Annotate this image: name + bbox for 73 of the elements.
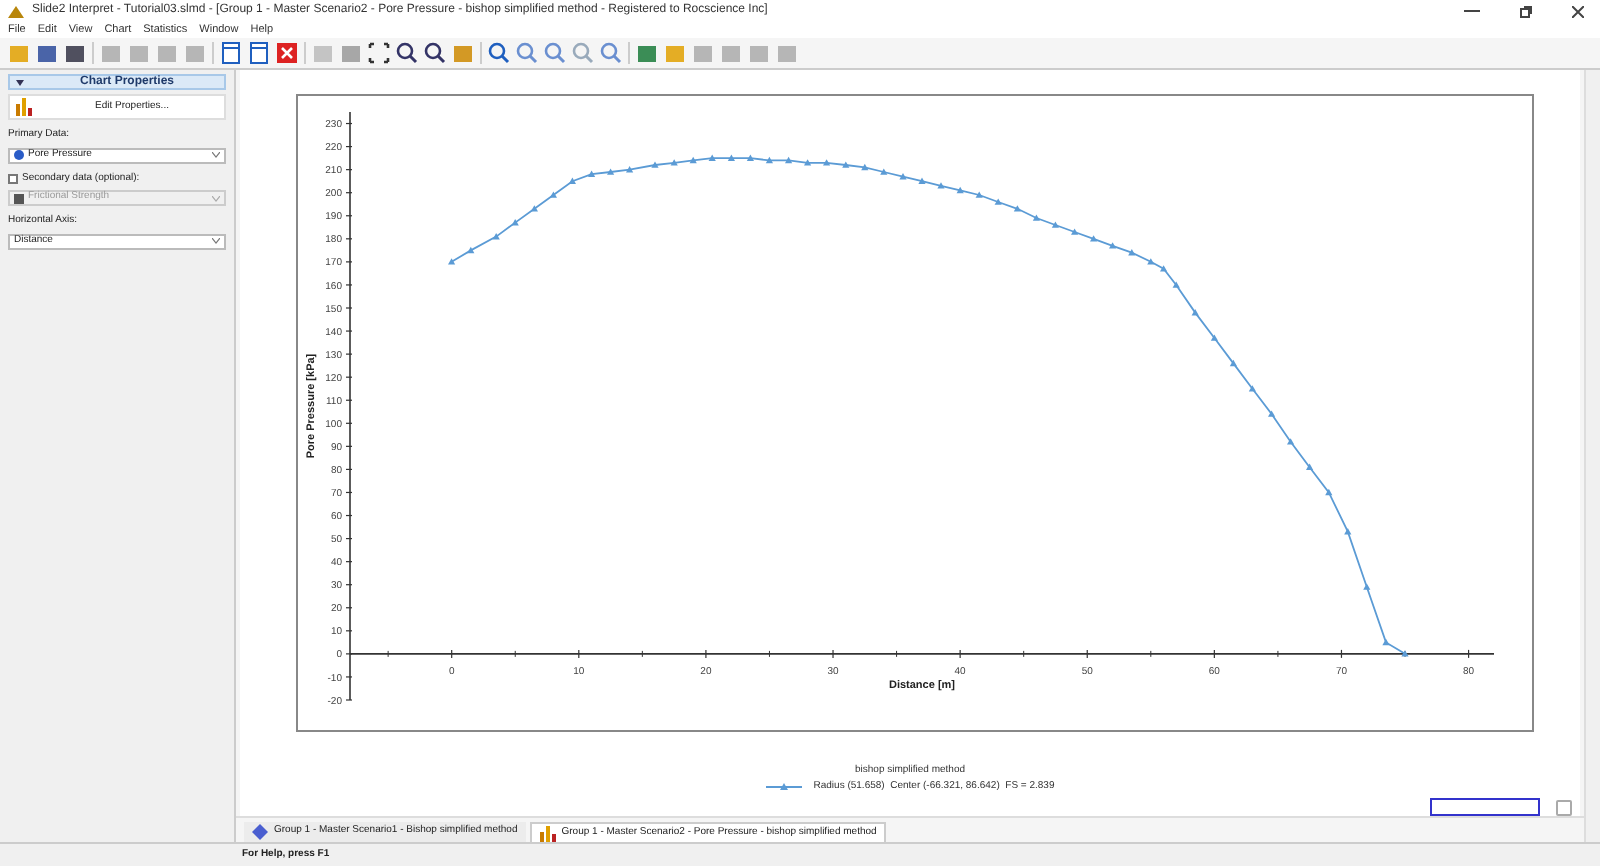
page-icon[interactable] [220,42,242,64]
data-point [936,182,944,189]
data-point [1305,463,1313,470]
data-point [491,233,499,240]
app-icon [8,4,24,18]
data-point [688,156,696,164]
data-point [764,156,772,164]
data-point [822,159,830,166]
search-icon[interactable] [600,42,622,64]
chart-properties-icon [16,98,34,116]
close-icon[interactable] [276,42,298,64]
data-point [784,156,792,164]
input-field[interactable] [1430,798,1540,816]
data-point [1247,385,1255,392]
data-point [707,154,715,161]
data-point [529,205,537,212]
data-point [1343,528,1351,535]
data-point [1171,281,1179,288]
data-point [1089,235,1097,242]
data-point [1362,583,1370,590]
data-point [447,258,455,265]
bar-chart-icon [539,825,556,841]
data-point [567,177,575,184]
data-point [625,166,633,173]
data-point [1108,242,1116,249]
data-point [1159,265,1167,272]
data-point [587,170,595,177]
data-point [548,191,556,198]
data-point [669,159,677,166]
fit-icon[interactable] [368,42,390,64]
data-point [917,177,925,184]
small-field[interactable] [1556,799,1572,815]
data-point [1050,221,1058,228]
search-icon[interactable] [544,42,566,64]
data-point [1070,228,1078,235]
data-point [466,246,474,254]
data-point [974,191,982,198]
zoom-in-icon[interactable] [396,42,418,64]
collapse-icon[interactable] [16,79,24,85]
data-point [803,159,811,166]
data-point [1228,359,1236,367]
legend-line-icon [765,781,802,792]
data-point [1381,638,1389,646]
data-point [1146,258,1154,265]
data-icon [14,150,24,160]
data-point [726,154,734,161]
data-point [745,154,753,161]
data-point [1400,650,1408,657]
search-icon[interactable] [488,42,510,64]
data-icon [14,193,24,203]
data-point [841,161,849,168]
data-point [1031,214,1039,221]
search-icon[interactable] [516,42,538,64]
data-point [955,186,963,194]
data-point [879,168,887,175]
data-point [510,219,518,226]
data-point [1324,488,1332,496]
data-point [1012,205,1020,212]
data-point [860,163,868,171]
data-point [993,198,1001,205]
data-point [1286,438,1294,445]
data-point [1267,410,1275,417]
data-point [606,168,614,175]
zoom-out-icon[interactable] [424,42,446,64]
data-point [1190,309,1198,316]
data-point [650,161,658,168]
data-point [1127,249,1135,256]
page-icon[interactable] [248,42,270,64]
close-icon[interactable] [1572,5,1584,17]
scrollbar[interactable] [1584,70,1600,842]
restore-icon[interactable] [1520,5,1532,17]
data-point [1209,334,1217,341]
data-point [898,173,906,180]
